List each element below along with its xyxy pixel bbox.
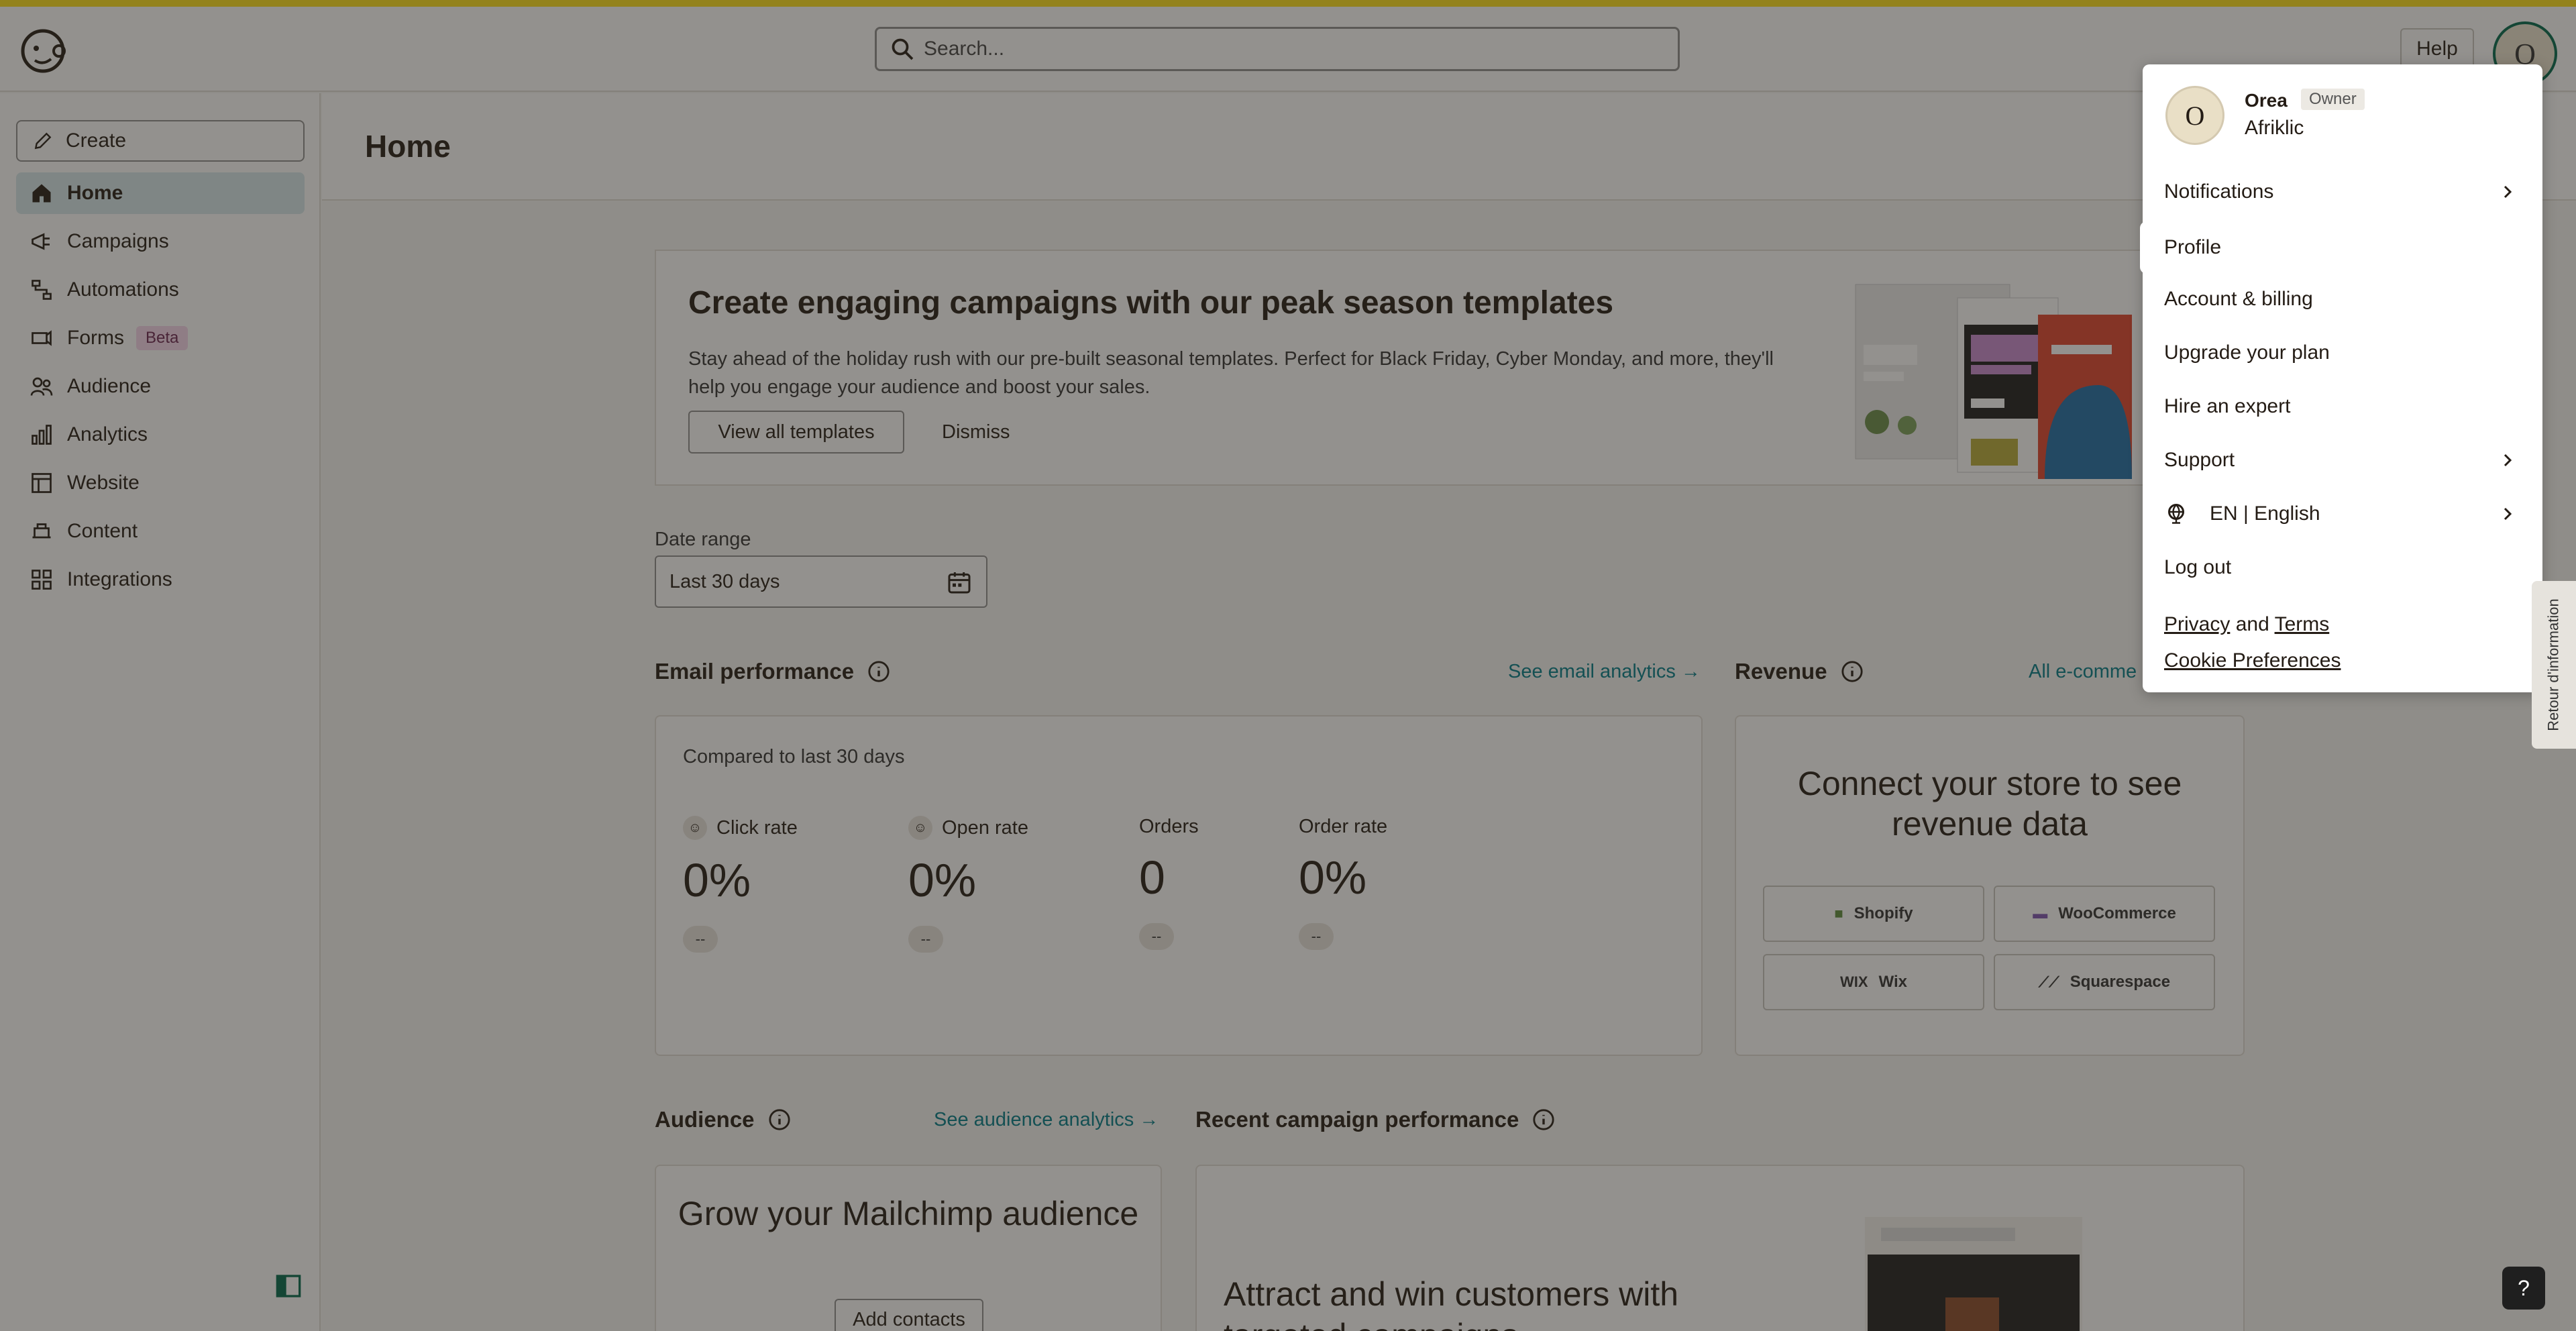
- menu-item-label: Support: [2164, 449, 2235, 471]
- menu-item-label: Notifications: [2164, 180, 2274, 203]
- account-name: Orea: [2245, 90, 2288, 111]
- legal-links: Privacy and Terms: [2164, 613, 2329, 636]
- account-org: Afriklic: [2245, 117, 2304, 139]
- menu-item-hire-expert[interactable]: Hire an expert: [2143, 381, 2542, 432]
- terms-link[interactable]: Terms: [2275, 613, 2330, 635]
- account-role-badge: Owner: [2301, 89, 2365, 110]
- cookie-preferences-link[interactable]: Cookie Preferences: [2164, 649, 2341, 672]
- privacy-link[interactable]: Privacy: [2164, 613, 2230, 635]
- menu-item-logout[interactable]: Log out: [2143, 542, 2542, 593]
- feedback-tab-label: Retour d'information: [2545, 598, 2563, 731]
- menu-item-upgrade[interactable]: Upgrade your plan: [2143, 327, 2542, 378]
- menu-item-profile[interactable]: Profile: [2140, 221, 2318, 274]
- menu-item-support[interactable]: Support: [2143, 435, 2542, 486]
- help-fab-button[interactable]: ?: [2502, 1267, 2545, 1310]
- feedback-tab[interactable]: Retour d'information: [2532, 581, 2576, 749]
- menu-item-notifications[interactable]: Notifications: [2143, 166, 2542, 217]
- account-avatar: O: [2165, 86, 2224, 145]
- menu-item-label: Hire an expert: [2164, 395, 2291, 417]
- menu-item-language[interactable]: EN | English: [2143, 488, 2542, 539]
- menu-item-label: Profile: [2164, 236, 2222, 258]
- chevron-right-icon: [2504, 185, 2512, 199]
- cookie-preferences-line: Cookie Preferences: [2164, 649, 2341, 672]
- menu-item-label: Upgrade your plan: [2164, 341, 2330, 364]
- menu-item-label: Account & billing: [2164, 288, 2313, 310]
- menu-item-label: EN | English: [2210, 502, 2320, 525]
- menu-item-label: Log out: [2164, 556, 2232, 578]
- chevron-right-icon: [2504, 507, 2512, 521]
- account-menu: O Orea Owner Afriklic Notifications Acco…: [2143, 64, 2542, 692]
- globe-icon: [2168, 504, 2184, 524]
- and-text: and: [2235, 613, 2269, 635]
- chevron-right-icon: [2504, 454, 2512, 467]
- menu-item-account-billing[interactable]: Account & billing: [2143, 274, 2542, 325]
